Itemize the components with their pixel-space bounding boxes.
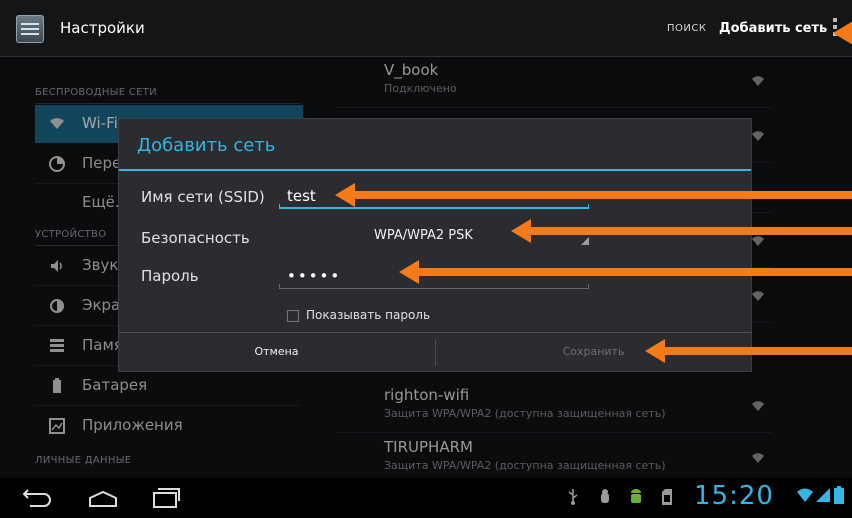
page-title: Настройки (60, 19, 145, 37)
settings-app-icon[interactable] (16, 15, 44, 43)
password-value: ••••• (287, 267, 342, 285)
cancel-button[interactable]: Отмена (119, 333, 434, 372)
battery-status-icon (834, 486, 844, 508)
debug-icon (598, 489, 612, 509)
annotation-arrow (399, 260, 852, 284)
input-tick (588, 284, 589, 289)
back-icon[interactable] (22, 486, 52, 508)
security-label: Безопасность (141, 229, 250, 247)
input-tick (279, 204, 280, 209)
password-label: Пароль (141, 267, 199, 285)
add-network-button[interactable]: Добавить сеть (719, 21, 827, 36)
security-select[interactable]: WPA/WPA2 PSK (374, 228, 473, 243)
settings-screen: Настройки ПОИСК Добавить сеть БЕСПРОВОДН… (0, 0, 852, 518)
annotation-arrow (511, 219, 852, 243)
home-icon[interactable] (88, 490, 118, 508)
android-icon (630, 489, 642, 509)
add-network-dialog: Добавить сеть Имя сети (SSID) test Безоп… (118, 118, 752, 372)
ssid-label: Имя сети (SSID) (141, 188, 265, 206)
status-clock: 15:20 (694, 481, 774, 511)
search-button[interactable]: ПОИСК (667, 23, 706, 34)
input-tick (279, 284, 280, 289)
recent-apps-icon[interactable] (152, 487, 180, 509)
show-password-checkbox[interactable] (287, 310, 299, 322)
password-input[interactable]: ••••• (279, 263, 589, 289)
system-bar: 15:20 (0, 478, 852, 518)
input-underline (279, 288, 589, 289)
input-tick (588, 204, 589, 209)
signal-icon (816, 488, 830, 506)
annotation-arrow (645, 339, 852, 363)
input-underline (279, 207, 589, 209)
dropdown-arrow-icon[interactable] (581, 237, 589, 245)
action-bar: Настройки ПОИСК Добавить сеть (0, 0, 852, 57)
sd-card-icon (662, 489, 672, 509)
annotation-arrow (335, 183, 852, 207)
ssid-value: test (287, 187, 316, 205)
dialog-title-divider (119, 169, 751, 171)
dialog-title: Добавить сеть (137, 135, 276, 156)
usb-icon (568, 489, 578, 509)
wifi-status-icon (797, 488, 813, 506)
show-password-label[interactable]: Показывать пароль (306, 308, 430, 322)
